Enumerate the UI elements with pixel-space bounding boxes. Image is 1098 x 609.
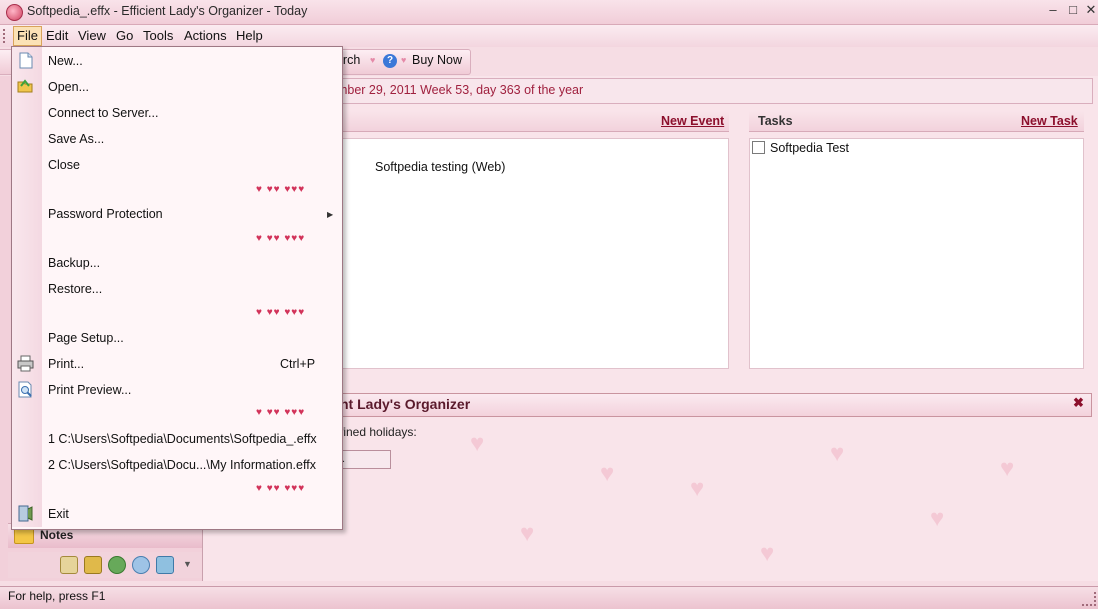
status-text: For help, press F1	[8, 589, 106, 603]
close-icon[interactable]: ✖	[1073, 395, 1084, 411]
app-icon[interactable]	[6, 4, 23, 21]
menu-item-new[interactable]: New...	[48, 54, 83, 68]
hearts-separator-icon: ♥ ♥♥ ♥♥♥	[256, 233, 306, 244]
menu-item-print[interactable]: Print...	[48, 357, 84, 371]
task-checkbox[interactable]	[752, 141, 765, 154]
buy-now-button[interactable]: Buy Now	[412, 53, 462, 67]
globe-icon[interactable]	[108, 556, 126, 574]
tasks-list	[749, 138, 1084, 369]
title-bar: Softpedia_.effx - Efficient Lady's Organ…	[0, 0, 1098, 25]
menu-edit[interactable]: Edit	[43, 27, 71, 45]
menu-bar: File Edit View Go Tools Actions Help	[0, 25, 1098, 47]
date-text: ember 29, 2011 Week 53, day 363 of the y…	[330, 83, 584, 97]
menu-item-backup[interactable]: Backup...	[48, 256, 100, 270]
key-icon[interactable]	[84, 556, 102, 574]
new-task-link[interactable]: New Task	[1021, 114, 1078, 128]
window-title: Softpedia_.effx - Efficient Lady's Organ…	[27, 4, 308, 18]
contacts-icon[interactable]	[60, 556, 78, 574]
hearts-separator-icon: ♥ ♥♥ ♥♥♥	[256, 184, 306, 195]
help-icon[interactable]: ?	[383, 54, 397, 68]
heart-decoration-icon: ♥	[760, 540, 775, 567]
menu-item-close[interactable]: Close	[48, 158, 80, 172]
task-item-label[interactable]: Softpedia Test	[770, 141, 849, 155]
heart-decoration-icon: ♥	[520, 520, 535, 547]
notes-icon	[14, 528, 34, 544]
menu-item-recent-file-1[interactable]: 1 C:\Users\Softpedia\Documents\Softpedia…	[48, 432, 317, 446]
menubar-grip[interactable]	[3, 29, 8, 43]
menu-item-connect-to-server[interactable]: Connect to Server...	[48, 106, 158, 120]
hearts-separator-icon: ♥ ♥♥ ♥♥♥	[256, 407, 306, 418]
welcome-panel-title: nt Lady's Organizer	[340, 396, 471, 412]
menu-item-exit[interactable]: Exit	[48, 507, 69, 521]
heart-decoration-icon: ♥	[930, 505, 945, 532]
menu-file[interactable]: File	[13, 26, 42, 46]
heart-decoration-icon: ♥	[690, 475, 705, 502]
nav-notes-label: Notes	[40, 528, 74, 542]
printer-icon	[17, 355, 34, 372]
close-window-button[interactable]: ✕	[1078, 1, 1098, 19]
menu-actions[interactable]: Actions	[181, 27, 230, 45]
heart-divider-icon: ♥	[401, 55, 407, 65]
menu-help[interactable]: Help	[233, 27, 266, 45]
heart-decoration-icon: ♥	[830, 440, 845, 467]
resize-grip[interactable]	[1082, 592, 1096, 606]
menu-item-password-protection[interactable]: Password Protection	[48, 207, 163, 221]
open-folder-icon	[17, 79, 33, 93]
menu-item-recent-file-2[interactable]: 2 C:\Users\Softpedia\Docu...\My Informat…	[48, 458, 316, 472]
event-item[interactable]: Softpedia testing (Web)	[375, 160, 505, 174]
chevron-down-icon[interactable]: ▼	[183, 559, 192, 569]
heart-decoration-icon: ♥	[1000, 455, 1015, 482]
menu-item-save-as[interactable]: Save As...	[48, 132, 104, 146]
exit-icon	[18, 505, 33, 522]
print-preview-icon	[18, 381, 32, 398]
tools-icon[interactable]	[156, 556, 174, 574]
menu-tools[interactable]: Tools	[140, 27, 176, 45]
heart-decoration-icon: ♥	[600, 460, 615, 487]
file-menu-icon-strip	[12, 47, 42, 527]
holidays-button[interactable]: ..	[338, 450, 391, 469]
tasks-panel-title: Tasks	[758, 114, 793, 128]
menu-view[interactable]: View	[75, 27, 109, 45]
submenu-arrow-icon: ▶	[327, 210, 334, 219]
menu-item-open[interactable]: Open...	[48, 80, 89, 94]
heart-divider-icon: ♥	[370, 55, 376, 65]
search-icon[interactable]	[132, 556, 150, 574]
holidays-text: fined holidays:	[340, 425, 417, 439]
menu-item-page-setup[interactable]: Page Setup...	[48, 331, 124, 345]
hearts-separator-icon: ♥ ♥♥ ♥♥♥	[256, 483, 306, 494]
new-document-icon	[19, 52, 33, 69]
menu-go[interactable]: Go	[113, 27, 136, 45]
menu-item-print-preview[interactable]: Print Preview...	[48, 383, 131, 397]
hearts-separator-icon: ♥ ♥♥ ♥♥♥	[256, 307, 306, 318]
heart-decoration-icon: ♥	[470, 430, 485, 457]
menu-item-restore[interactable]: Restore...	[48, 282, 102, 296]
print-shortcut: Ctrl+P	[280, 357, 316, 371]
status-bar	[0, 586, 1098, 609]
new-event-link[interactable]: New Event	[661, 114, 724, 128]
